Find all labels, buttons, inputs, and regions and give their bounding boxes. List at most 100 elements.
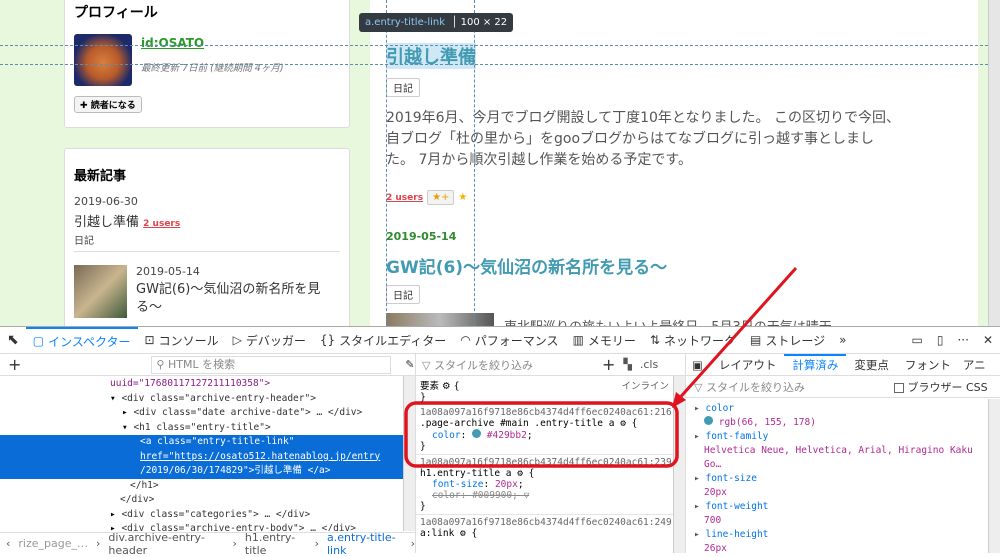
- tab-memory[interactable]: ▥ メモリー: [566, 327, 643, 354]
- filter-icon[interactable]: ▽: [524, 490, 530, 501]
- recent-item-thumbnail[interactable]: [74, 265, 127, 318]
- selected-markup-node[interactable]: <a class="entry-title-link": [0, 435, 403, 450]
- markup-node[interactable]: </div>: [0, 493, 403, 508]
- avatar[interactable]: [74, 34, 132, 86]
- recent-entries-card: 最新記事 2019-06-30 引越し準備 2 users 日記 2019-05…: [64, 148, 350, 326]
- highlight-guide: [386, 0, 387, 326]
- markup-node[interactable]: </h1>: [0, 479, 403, 494]
- recent-title: 最新記事: [74, 169, 127, 184]
- more-options-icon[interactable]: ···: [950, 327, 975, 354]
- inspector-icon: ▢: [32, 334, 45, 348]
- style-filter-input[interactable]: ▽ スタイルを絞り込み: [422, 357, 602, 373]
- network-icon: ⇅: [649, 333, 660, 347]
- entry-body: 2019年6月、今月でブログ開設して丁度10年となりました。 この区切りで今回、…: [386, 110, 900, 168]
- tab-storage[interactable]: ▤ ストレージ: [743, 327, 832, 354]
- profile-user-link[interactable]: id:OSATO: [141, 36, 204, 50]
- computed-property[interactable]: ▸ font-size: [694, 472, 988, 486]
- highlight-guide: [0, 64, 988, 65]
- bookmark-users[interactable]: 2 users: [386, 193, 423, 203]
- computed-scrollbar[interactable]: [988, 399, 1000, 553]
- color-swatch[interactable]: [472, 429, 482, 438]
- responsive-design-icon[interactable]: ▯: [930, 327, 951, 354]
- toggle-sidebar-icon[interactable]: ▣: [692, 358, 703, 372]
- more-tabs-icon[interactable]: »: [832, 327, 853, 354]
- entry-title-link[interactable]: 引越し準備: [386, 43, 476, 69]
- breadcrumb-item[interactable]: rize_page_…: [18, 537, 88, 550]
- pseudo-class-toggle[interactable]: ▚: [623, 358, 631, 371]
- tab-network[interactable]: ⇅ ネットワーク: [643, 327, 743, 354]
- bookmark-users[interactable]: 2 users: [143, 219, 180, 229]
- markup-node[interactable]: ▸ <div class="date archive-date"> … </di…: [0, 406, 403, 421]
- storage-icon: ▤: [750, 333, 762, 347]
- css-rule[interactable]: 1a08a097a16f9718e86cb4374d4ff6ec0240ac61…: [416, 455, 673, 515]
- css-rule[interactable]: 要素 ⚙ { インライン}: [416, 376, 673, 405]
- entry-thumbnail[interactable]: [386, 313, 494, 326]
- html-search-input[interactable]: ⚲ HTML を検索: [151, 355, 392, 374]
- devtools-panel: ⬉ ▢ インスペクター ⊡ コンソール ▷ デバッガー {} スタイルエディター ◠ パフ…: [0, 326, 1000, 557]
- tab-computed[interactable]: 計算済み: [784, 354, 847, 375]
- recent-item-title[interactable]: 引越し準備: [74, 215, 139, 230]
- computed-filter-input[interactable]: ▽ スタイルを絞り込み: [694, 379, 894, 395]
- computed-list: ▸ color rgb(66, 155, 178) ▸ font-family …: [685, 399, 988, 553]
- breadcrumb-back[interactable]: ‹: [6, 537, 10, 550]
- markup-tree: uuid="17680117127211110358"> ▾ <div clas…: [0, 376, 403, 531]
- add-star-button[interactable]: ★+: [427, 190, 455, 205]
- css-rule[interactable]: 1a08a097a16f9718e86cb4374d4ff6ec0240ac61…: [416, 405, 673, 455]
- css-rule[interactable]: 1a08a097a16f9718e86cb4374d4ff6ec0240ac61…: [416, 515, 673, 541]
- selected-markup-href[interactable]: /2019/06/30/174829">引越し準備 </a>: [0, 464, 403, 479]
- dock-layout-icon[interactable]: ▭: [905, 327, 930, 354]
- rules-pane: 要素 ⚙ { インライン} 1a08a097a16f9718e86cb4374d…: [415, 376, 673, 553]
- subscribe-button[interactable]: ✚ 読者になる: [74, 96, 142, 113]
- tab-animations[interactable]: アニ: [959, 357, 990, 373]
- entry-date[interactable]: 2019-05-14: [386, 230, 456, 243]
- markup-scrollbar[interactable]: [403, 376, 415, 531]
- markup-toolbar: + ⚲ HTML を検索 ✎: [0, 354, 415, 376]
- markup-node[interactable]: ▾ <div class="archive-entry-header">: [0, 392, 403, 407]
- main-content: 引越し準備 日記 2019年6月、今月でブログ開設して丁度10年となりました。 …: [370, 0, 978, 326]
- computed-property[interactable]: ▸ line-height: [694, 528, 988, 542]
- category-tag[interactable]: 日記: [386, 285, 420, 304]
- profile-last-updated: 最終更新 7日前 (継続期間 4ヶ月): [141, 63, 284, 74]
- tab-style-editor[interactable]: {} スタイルエディター: [313, 327, 453, 354]
- entry-title-link[interactable]: GW記(6)～気仙沼の新名所を見る～: [386, 253, 667, 278]
- computed-property[interactable]: ▸ font-family: [694, 430, 988, 444]
- devtools-tabs: ⬉ ▢ インスペクター ⊡ コンソール ▷ デバッガー {} スタイルエディター ◠ パフ…: [0, 326, 1000, 354]
- tab-layout[interactable]: レイアウト: [711, 357, 785, 373]
- add-node-button[interactable]: +: [8, 355, 21, 374]
- blog-page: プロフィール id:OSATO 最終更新 7日前 (継続期間 4ヶ月) ✚ 読者…: [0, 0, 988, 326]
- category-tag[interactable]: 日記: [386, 78, 420, 97]
- markup-node[interactable]: ▸ <div class="categories"> … </div>: [0, 508, 403, 523]
- rules-scrollbar[interactable]: [673, 376, 685, 553]
- breadcrumb: ‹ rize_page_… › div.archive-entry-header ›…: [0, 531, 415, 557]
- computed-filter-row: ▽ スタイルを絞り込み ブラウザー CSS: [685, 376, 1000, 398]
- page-scrollbar[interactable]: [988, 0, 1000, 326]
- pick-element-button[interactable]: ⬉: [0, 327, 26, 354]
- recent-item-title[interactable]: GW記(6)～気仙沼の新名所を見る～: [136, 281, 331, 317]
- cls-toggle[interactable]: .cls: [640, 358, 658, 371]
- star-icon: ★: [458, 192, 468, 203]
- close-icon[interactable]: ✕: [976, 327, 1000, 354]
- browser-css-checkbox[interactable]: ブラウザー CSS: [894, 379, 988, 395]
- selected-markup-href[interactable]: href="https://osato512.hatenablog.jp/ent…: [0, 449, 403, 464]
- tab-performance[interactable]: ◠ パフォーマンス: [453, 327, 565, 354]
- tab-fonts[interactable]: フォント: [897, 357, 959, 373]
- add-rule-button[interactable]: +: [602, 355, 615, 374]
- recent-item-category[interactable]: 日記: [74, 232, 340, 247]
- braces-icon: {}: [319, 333, 336, 347]
- markup-line[interactable]: uuid="17680117127211110358">: [0, 377, 403, 392]
- tab-debugger[interactable]: ▷ デバッガー: [226, 327, 313, 354]
- plus-icon: ✚: [80, 101, 88, 111]
- recent-item-date: 2019-06-30: [74, 195, 138, 208]
- markup-node[interactable]: ▾ <h1 class="entry-title">: [0, 421, 403, 436]
- computed-property[interactable]: ▸ color: [694, 402, 988, 416]
- tab-console[interactable]: ⊡ コンソール: [138, 327, 226, 354]
- computed-property[interactable]: ▸ font-weight: [694, 500, 988, 514]
- tab-changes[interactable]: 変更点: [846, 357, 897, 373]
- recent-item[interactable]: 2019-06-30 引越し準備 2 users 日記: [74, 195, 340, 252]
- memory-icon: ▥: [572, 333, 584, 347]
- tab-inspector[interactable]: ▢ インスペクター: [25, 326, 138, 354]
- search-icon: ⚲: [156, 357, 165, 371]
- rules-toolbar: ▽ スタイルを絞り込み + ▚ .cls: [415, 354, 685, 376]
- color-swatch: [704, 416, 713, 425]
- eyedropper-icon[interactable]: ✎: [405, 358, 414, 371]
